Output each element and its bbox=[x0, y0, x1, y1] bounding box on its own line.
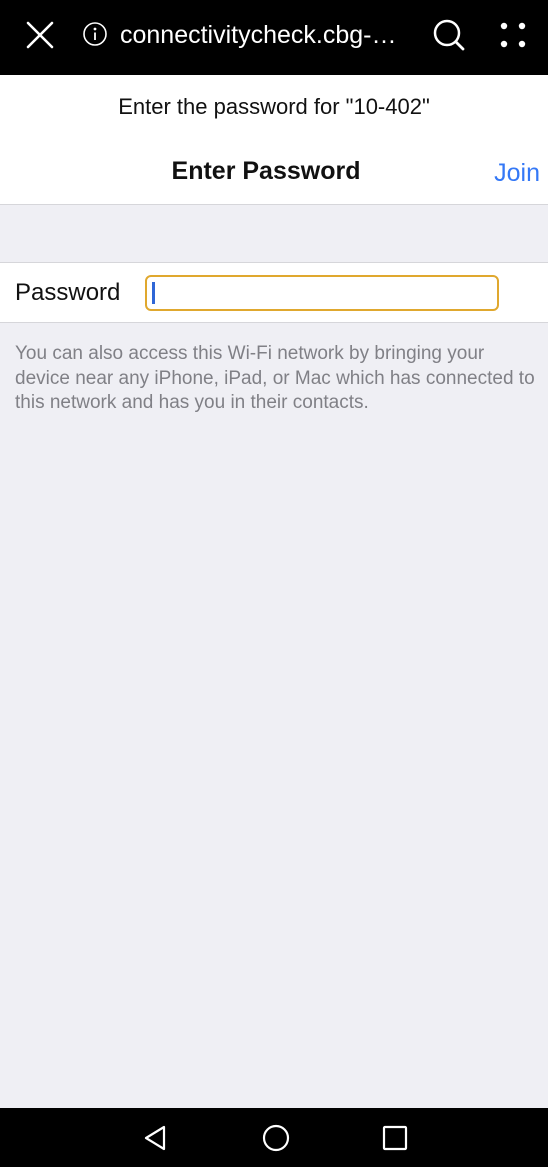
system-nav-bar bbox=[0, 1108, 548, 1167]
help-text: You can also access this Wi-Fi network b… bbox=[15, 343, 535, 413]
more-icon[interactable] bbox=[494, 16, 532, 54]
wifi-password-header: Enter the password for "10-402" Enter Pa… bbox=[0, 75, 548, 205]
home-circle-icon[interactable] bbox=[260, 1122, 292, 1154]
password-input[interactable] bbox=[147, 277, 497, 309]
password-label: Password bbox=[15, 279, 121, 306]
close-icon[interactable] bbox=[22, 17, 58, 53]
join-button[interactable]: Join bbox=[494, 157, 540, 189]
network-prompt: Enter the password for "10-402" bbox=[118, 94, 430, 119]
info-icon[interactable] bbox=[82, 21, 108, 47]
browser-toolbar: connectivitycheck.cbg-… bbox=[0, 0, 548, 75]
url-text[interactable]: connectivitycheck.cbg-… bbox=[120, 18, 415, 52]
password-row: Password bbox=[0, 262, 548, 323]
back-triangle-icon[interactable] bbox=[140, 1122, 172, 1154]
text-caret bbox=[152, 282, 155, 304]
recents-square-icon[interactable] bbox=[379, 1122, 411, 1154]
page-title: Enter Password bbox=[171, 157, 361, 185]
search-icon[interactable] bbox=[430, 16, 468, 54]
password-field[interactable] bbox=[145, 275, 499, 311]
